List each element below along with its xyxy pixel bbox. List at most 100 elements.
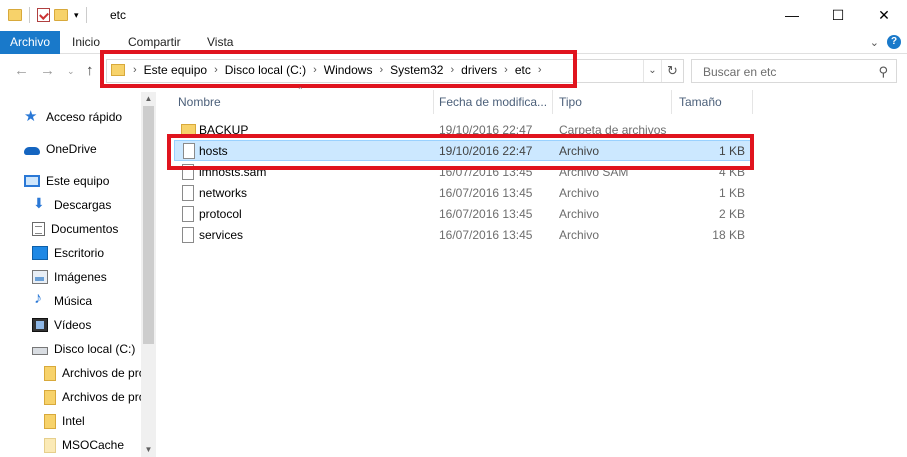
file-date: 16/07/2016 13:45 xyxy=(439,165,533,179)
document-icon xyxy=(32,222,45,236)
search-box[interactable]: Buscar en etc ⚲ xyxy=(691,59,897,83)
new-folder-icon[interactable] xyxy=(54,9,68,21)
file-name: hosts xyxy=(199,144,228,158)
file-size: 1 KB xyxy=(718,144,745,158)
desktop-icon xyxy=(32,246,48,260)
tab-archivo[interactable]: Archivo xyxy=(0,31,60,54)
column-header-date[interactable]: Fecha de modifica... xyxy=(439,88,547,116)
sidebar-scrollbar[interactable]: ▲ ▼ xyxy=(141,92,156,457)
search-icon[interactable]: ⚲ xyxy=(878,64,888,80)
chevron-right-icon[interactable]: › xyxy=(214,64,218,76)
file-size: 4 KB xyxy=(718,165,745,179)
help-icon[interactable]: ? xyxy=(887,35,901,49)
scrollbar-thumb[interactable] xyxy=(143,106,154,344)
folder-icon xyxy=(181,124,196,136)
chevron-right-icon[interactable]: › xyxy=(538,64,542,76)
expand-ribbon-icon[interactable]: ⌄ xyxy=(870,36,879,49)
chevron-right-icon[interactable]: › xyxy=(313,64,317,76)
cloud-icon xyxy=(24,147,40,155)
chevron-right-icon[interactable]: › xyxy=(450,64,454,76)
toolbar-divider xyxy=(85,7,87,23)
file-date: 16/07/2016 13:45 xyxy=(439,207,533,221)
file-row-protocol[interactable]: protocol 16/07/2016 13:45 Archivo 2 KB xyxy=(174,204,752,225)
file-size: 2 KB xyxy=(718,207,745,221)
chevron-right-icon[interactable]: › xyxy=(379,64,383,76)
folder-icon xyxy=(44,437,56,453)
breadcrumb-etc[interactable]: etc xyxy=(515,63,531,77)
folder-icon xyxy=(8,9,22,21)
file-icon xyxy=(183,143,195,159)
title-bar: ▾ etc — ☐ ✕ xyxy=(0,0,907,31)
breadcrumb-system32[interactable]: System32 xyxy=(390,63,443,77)
tab-inicio[interactable]: Inicio xyxy=(72,31,100,54)
file-icon xyxy=(182,185,194,201)
pictures-icon xyxy=(32,270,48,284)
breadcrumb-drivers[interactable]: drivers xyxy=(461,63,497,77)
customize-dropdown-icon[interactable]: ▾ xyxy=(74,10,79,21)
chevron-right-icon[interactable]: › xyxy=(504,64,508,76)
back-arrow-icon[interactable]: ← xyxy=(14,62,29,79)
file-type: Archivo xyxy=(559,207,600,221)
file-row-networks[interactable]: networks 16/07/2016 13:45 Archivo 1 KB xyxy=(174,183,752,204)
breadcrumb-windows[interactable]: Windows xyxy=(324,63,373,77)
file-row-hosts[interactable]: hosts 19/10/2016 22:47 Archivo 1 KB xyxy=(174,140,752,161)
file-type: Archivo SAM xyxy=(559,165,629,179)
breadcrumb-este-equipo[interactable]: Este equipo xyxy=(144,63,207,77)
file-list: ⌃ Nombre Fecha de modifica... Tipo Tamañ… xyxy=(156,86,907,457)
column-header-name[interactable]: Nombre xyxy=(178,88,221,116)
forward-arrow-icon[interactable]: → xyxy=(40,62,55,79)
column-header-type[interactable]: Tipo xyxy=(559,88,582,116)
file-type: Archivo xyxy=(559,186,600,200)
star-icon xyxy=(24,107,40,125)
file-name: protocol xyxy=(199,207,242,221)
download-icon xyxy=(32,195,48,212)
sort-indicator-icon: ⌃ xyxy=(297,86,304,95)
navigation-pane: Acceso rápido OneDrive Este equipo Desca… xyxy=(0,92,156,457)
toolbar-divider xyxy=(29,7,30,23)
sidebar-item-label: Intel xyxy=(62,414,85,428)
address-bar[interactable]: › Este equipo › Disco local (C:) › Windo… xyxy=(106,59,684,83)
navigation-bar: ← → ⌄ ↑ › Este equipo › Disco local (C:)… xyxy=(0,54,907,88)
sidebar-item-label: Imágenes xyxy=(54,270,107,284)
sidebar-item-label: OneDrive xyxy=(46,142,97,156)
scroll-up-icon[interactable]: ▲ xyxy=(141,92,156,106)
sidebar-item-archivos-de-programa-x86[interactable]: Archivos de pro xyxy=(44,386,141,408)
close-button[interactable]: ✕ xyxy=(861,0,907,30)
sidebar-item-intel[interactable]: Intel xyxy=(44,410,141,432)
video-icon xyxy=(32,318,48,332)
maximize-button[interactable]: ☐ xyxy=(815,0,861,30)
scroll-down-icon[interactable]: ▼ xyxy=(141,443,156,457)
search-placeholder: Buscar en etc xyxy=(703,65,777,79)
file-name: BACKUP xyxy=(199,123,249,137)
tab-vista[interactable]: Vista xyxy=(207,31,233,54)
properties-icon[interactable] xyxy=(37,8,50,22)
tab-compartir[interactable]: Compartir xyxy=(128,31,181,54)
file-name: services xyxy=(199,228,244,242)
file-row-lmhosts[interactable]: lmhosts.sam 16/07/2016 13:45 Archivo SAM… xyxy=(174,162,752,183)
file-row-services[interactable]: services 16/07/2016 13:45 Archivo 18 KB xyxy=(174,225,752,246)
column-divider[interactable] xyxy=(671,90,672,114)
column-divider[interactable] xyxy=(752,90,753,114)
column-divider[interactable] xyxy=(433,90,434,114)
file-name: networks xyxy=(199,186,248,200)
sidebar-item-msocache[interactable]: MSOCache xyxy=(44,434,141,456)
chevron-right-icon[interactable]: › xyxy=(133,64,137,76)
refresh-icon[interactable]: ↻ xyxy=(661,60,683,82)
column-divider[interactable] xyxy=(552,90,553,114)
file-name: lmhosts.sam xyxy=(199,165,267,179)
computer-icon xyxy=(24,175,40,187)
sidebar-item-label: Descargas xyxy=(54,198,112,212)
folder-icon xyxy=(44,413,56,429)
file-row-backup[interactable]: BACKUP 19/10/2016 22:47 Carpeta de archi… xyxy=(174,120,752,141)
sidebar-item-label: Disco local (C:) xyxy=(54,342,136,356)
recent-locations-icon[interactable]: ⌄ xyxy=(67,66,75,77)
file-date: 16/07/2016 13:45 xyxy=(439,228,533,242)
quick-access-toolbar: ▾ xyxy=(8,7,90,23)
address-dropdown-icon[interactable]: ⌄ xyxy=(643,60,661,82)
sidebar-item-archivos-de-programa[interactable]: Archivos de pro xyxy=(44,362,141,384)
up-arrow-icon[interactable]: ↑ xyxy=(86,62,94,79)
file-type: Carpeta de archivos xyxy=(559,123,667,137)
breadcrumb-disco-local[interactable]: Disco local (C:) xyxy=(225,63,306,77)
minimize-button[interactable]: — xyxy=(769,0,815,30)
column-header-size[interactable]: Tamaño xyxy=(679,88,722,116)
